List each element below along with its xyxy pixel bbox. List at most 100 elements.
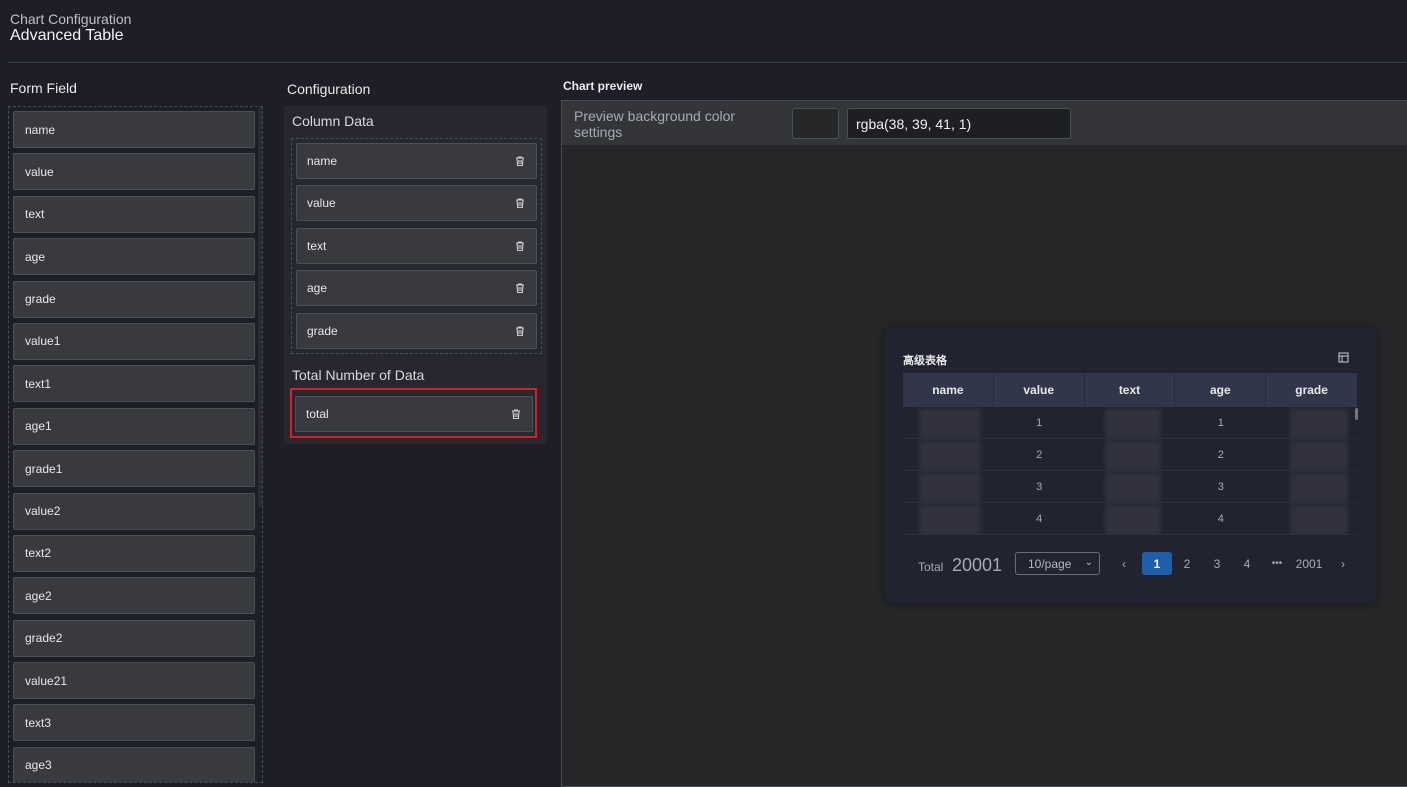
redacted-cell — [1104, 505, 1161, 535]
prev-page-button[interactable]: ‹ — [1109, 552, 1139, 575]
redacted-cell — [919, 409, 981, 439]
cell-value: 3 — [1036, 480, 1043, 493]
page-subtitle: Chart Configuration — [10, 11, 132, 27]
trash-icon[interactable] — [514, 240, 526, 252]
redacted-cell — [1290, 441, 1349, 471]
last-page-button[interactable]: 2001 — [1290, 552, 1328, 575]
form-field-scrollbar[interactable] — [258, 107, 262, 507]
trash-icon[interactable] — [514, 155, 526, 167]
configuration-panel: Column Data name value text age grade To… — [284, 106, 547, 444]
cell-text — [1085, 439, 1176, 471]
cell-age: 4 — [1217, 512, 1224, 525]
form-field-item[interactable]: text1 — [13, 365, 255, 403]
cell-grade — [1266, 439, 1357, 471]
pagination-total-value: 20001 — [952, 555, 1003, 575]
column-header[interactable]: text — [1085, 373, 1176, 407]
table-row: 3 3 — [903, 471, 1357, 503]
column-header[interactable]: grade — [1266, 373, 1357, 407]
page-button-2[interactable]: 2 — [1172, 552, 1202, 575]
cell-age: 1 — [1217, 416, 1224, 429]
column-item[interactable]: name — [296, 143, 537, 179]
column-data-dropzone[interactable]: name value text age grade — [291, 138, 542, 354]
redacted-cell — [919, 441, 981, 471]
cell-text — [1085, 407, 1176, 439]
form-field-item[interactable]: text2 — [13, 534, 255, 572]
form-field-item[interactable]: age1 — [13, 407, 255, 445]
table-scrollbar[interactable] — [1355, 408, 1358, 420]
data-table: name value text age grade 1 1 2 2 3 3 4 … — [903, 373, 1357, 535]
redacted-cell — [1290, 473, 1349, 503]
form-field-list[interactable]: name value text age grade value1 text1 a… — [8, 106, 263, 783]
total-item[interactable]: total — [295, 396, 533, 432]
form-field-item[interactable]: name — [13, 111, 255, 148]
page-title: Advanced Table — [10, 27, 124, 44]
table-row: 4 4 — [903, 503, 1357, 535]
table-header-row: name value text age grade — [903, 373, 1357, 407]
cell-name — [903, 439, 994, 471]
table-row: 1 1 — [903, 407, 1357, 439]
page-size-value: 10/page — [1028, 556, 1072, 571]
column-item[interactable]: grade — [296, 312, 537, 349]
redacted-cell — [1104, 441, 1161, 471]
trash-icon[interactable] — [514, 197, 526, 209]
next-page-button[interactable]: › — [1328, 552, 1358, 575]
column-data-label: Column Data — [292, 113, 374, 129]
page-size-select[interactable]: 10/page ⌄ — [1015, 552, 1100, 575]
column-item[interactable]: text — [296, 227, 537, 264]
pagination: Total 20001 10/page ⌄ ‹ 1 2 3 4 ••• 2001… — [885, 551, 1377, 577]
column-item[interactable]: value — [296, 185, 537, 222]
pagination-total-label: Total — [918, 560, 944, 574]
cell-age: 3 — [1217, 480, 1224, 493]
form-field-item[interactable]: value21 — [13, 662, 255, 700]
column-header[interactable]: age — [1175, 373, 1267, 407]
cell-grade — [1266, 503, 1357, 535]
form-field-item[interactable]: value1 — [13, 322, 255, 360]
form-field-item[interactable]: text — [13, 195, 255, 233]
trash-icon[interactable] — [514, 325, 526, 337]
redacted-cell — [919, 473, 981, 503]
form-field-item[interactable]: value2 — [13, 492, 255, 530]
column-item-label: grade — [307, 323, 338, 338]
page-header: Chart Configuration Advanced Table — [0, 0, 1407, 63]
column-item-label: age — [307, 281, 328, 296]
cell-grade — [1266, 407, 1357, 439]
more-pages-button[interactable]: ••• — [1262, 552, 1292, 575]
total-item-label: total — [306, 407, 329, 421]
configuration-title: Configuration — [287, 81, 371, 97]
table-card-title: 高级表格 — [903, 355, 947, 367]
form-field-item[interactable]: age — [13, 238, 255, 276]
form-field-item[interactable]: age2 — [13, 577, 255, 615]
trash-icon[interactable] — [514, 282, 526, 294]
column-header[interactable]: name — [903, 373, 994, 407]
trash-icon[interactable] — [510, 408, 522, 420]
form-field-item[interactable]: grade — [13, 280, 255, 318]
column-item-label: value — [307, 196, 336, 211]
column-item-label: text — [307, 238, 327, 253]
cell-value: 2 — [1036, 448, 1043, 461]
column-header[interactable]: value — [994, 373, 1085, 407]
form-field-item[interactable]: grade1 — [13, 450, 255, 488]
form-field-item[interactable]: age3 — [13, 746, 255, 782]
page-button-1[interactable]: 1 — [1142, 552, 1172, 575]
background-color-settings: Preview background color settings rgba(3… — [562, 101, 1407, 145]
redacted-cell — [1290, 409, 1349, 439]
page-button-4[interactable]: 4 — [1232, 552, 1262, 575]
form-field-item[interactable]: grade2 — [13, 619, 255, 657]
table-row: 2 2 — [903, 439, 1357, 471]
cell-name — [903, 471, 994, 503]
background-color-label: Preview background color settings — [574, 108, 736, 140]
header-divider — [8, 62, 1407, 63]
page-button-3[interactable]: 3 — [1202, 552, 1232, 575]
form-field-item[interactable]: value — [13, 153, 255, 191]
settings-icon[interactable] — [1338, 352, 1349, 363]
form-field-item[interactable]: text3 — [13, 704, 255, 742]
cell-value: 4 — [1036, 512, 1043, 525]
chart-preview-area: Preview background color settings rgba(3… — [561, 100, 1407, 787]
chevron-down-icon: ⌄ — [1084, 557, 1093, 568]
redacted-cell — [1104, 473, 1161, 503]
total-number-dropzone[interactable]: total — [290, 388, 537, 438]
cell-name — [903, 407, 994, 439]
color-swatch[interactable] — [792, 108, 839, 139]
background-color-input[interactable]: rgba(38, 39, 41, 1) — [847, 108, 1071, 139]
column-item[interactable]: age — [296, 270, 537, 307]
